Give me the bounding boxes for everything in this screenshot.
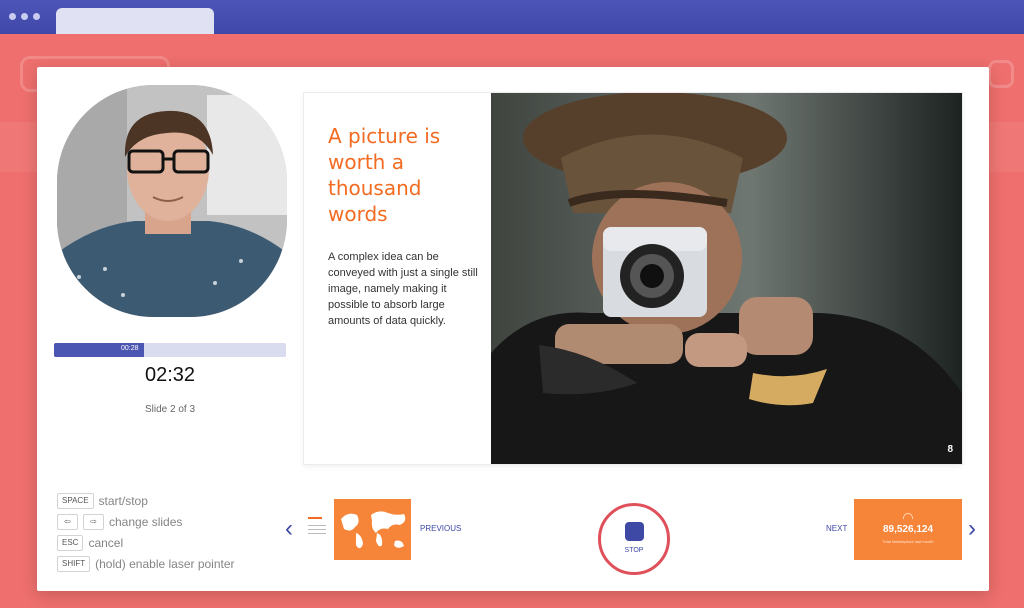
shortcut-row: SHIFT (hold) enable laser pointer [57, 554, 235, 574]
slide-text: A picture is worth a thousand words A co… [328, 123, 478, 329]
progress-time: 00:28 [121, 345, 139, 352]
presenter-video [57, 85, 287, 317]
shortcut-label: start/stop [98, 494, 148, 508]
thumbnail-line [308, 525, 326, 526]
thumbnail-line [308, 529, 326, 530]
previous-label[interactable]: PREVIOUS [420, 524, 461, 533]
slide-title: A picture is worth a thousand words [328, 124, 441, 226]
window-controls[interactable] [9, 13, 40, 20]
shortcut-row: SPACE start/stop [57, 491, 235, 511]
world-map-icon [341, 511, 406, 549]
thumbnail-line [308, 533, 326, 534]
window-dot[interactable] [9, 13, 16, 20]
shift-key: SHIFT [57, 556, 91, 572]
slide-counter: Slide 2 of 3 [144, 404, 196, 415]
keyboard-shortcuts: SPACE start/stop ⇦ ⇨ change slides ESC c… [57, 491, 235, 575]
presentation-modal: 00:28 02:32 Slide 2 of 3 A picture is wo… [37, 67, 989, 591]
browser-bar [0, 0, 1024, 34]
stop-label: STOP [624, 547, 644, 554]
thumbnail-decoration [903, 513, 913, 519]
stop-button[interactable]: STOP [598, 503, 670, 575]
browser-tab[interactable] [56, 8, 214, 34]
background-icon [988, 60, 1014, 88]
next-slide-thumbnail[interactable]: 89,526,124 Total Marketplace last month [854, 499, 962, 560]
thumbnail-metric: 89,526,124 [882, 524, 934, 535]
esc-key: ESC [57, 535, 84, 551]
progress-fill: 00:28 [54, 343, 145, 357]
stop-icon [625, 522, 644, 541]
window-dot[interactable] [33, 13, 40, 20]
previous-slide-thumbnail[interactable] [304, 499, 411, 560]
left-arrow-key: ⇦ [57, 514, 78, 530]
countdown-timer: 02:32 [144, 364, 196, 386]
camera-photo [491, 93, 962, 464]
shortcut-label: cancel [88, 536, 124, 550]
space-key: SPACE [57, 493, 94, 509]
window-dot[interactable] [21, 13, 28, 20]
next-label[interactable]: NEXT [826, 524, 847, 533]
shortcut-label: (hold) enable laser pointer [95, 557, 235, 571]
current-slide: A picture is worth a thousand words A co… [304, 93, 962, 464]
presenter-photo [57, 85, 287, 317]
shortcut-row: ESC cancel [57, 533, 235, 553]
thumbnail-title-mark [308, 517, 322, 519]
right-arrow-key: ⇨ [83, 514, 104, 530]
thumbnail-text-panel [304, 499, 334, 560]
shortcut-label: change slides [109, 515, 183, 529]
slide-body: A complex idea can be conveyed with just… [328, 251, 478, 327]
next-arrow-icon[interactable]: › [968, 517, 976, 541]
slide-number: 8 [947, 444, 953, 455]
previous-arrow-icon[interactable]: ‹ [285, 517, 293, 541]
shortcut-row: ⇦ ⇨ change slides [57, 512, 235, 532]
progress-bar: 00:28 [54, 343, 286, 357]
thumbnail-caption: Total Marketplace last month [882, 539, 934, 544]
